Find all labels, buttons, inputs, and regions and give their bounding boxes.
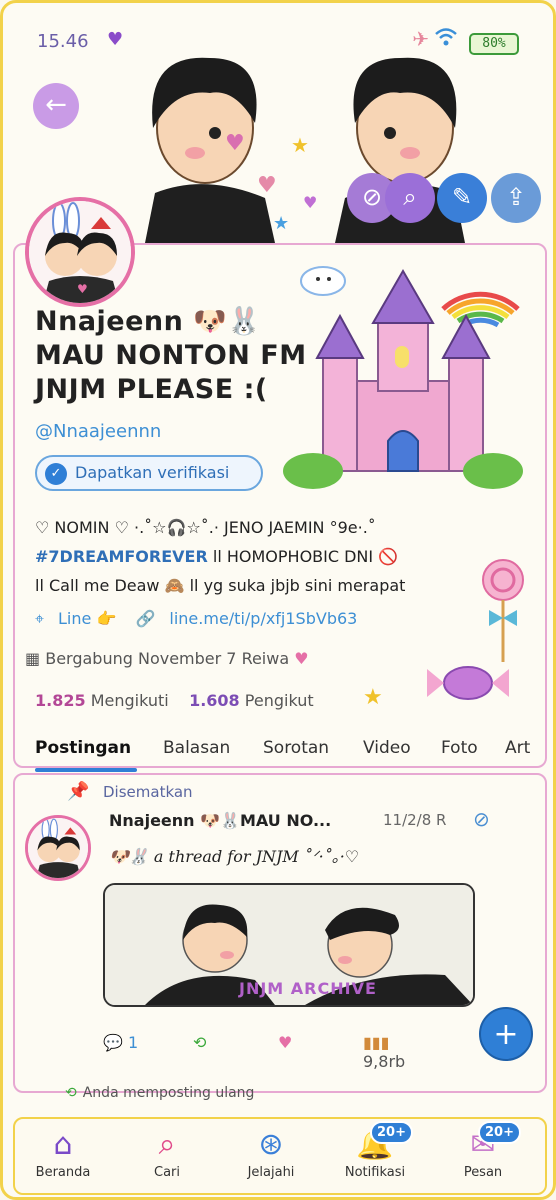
- repost-icon[interactable]: ⟲: [193, 1033, 206, 1052]
- compose-post-button[interactable]: +: [479, 1007, 533, 1061]
- profile-meta: ⌖ Line 👉 🔗 line.me/ti/p/xfj1SbVb63: [35, 609, 371, 629]
- banner-character-left: [145, 57, 275, 243]
- tab-replies[interactable]: Balasan: [163, 738, 230, 758]
- following-label: Mengikuti: [90, 691, 169, 710]
- nav-notifications-label: Notifikasi: [344, 1165, 406, 1180]
- nav-notifications[interactable]: 🔔 20+ Notifikasi: [335, 1121, 415, 1180]
- following-count: 1.825: [35, 691, 86, 710]
- profile-location: Line 👉: [58, 609, 117, 628]
- post-date: 11/2/8 R: [383, 811, 447, 829]
- nav-home[interactable]: ⌂ Beranda: [23, 1125, 103, 1180]
- nav-search-label: Cari: [154, 1165, 180, 1180]
- bio-line-3: ll Call me Deaw 🙈 ll yg suka jbjb sini m…: [35, 576, 406, 595]
- views-chart-icon: ▮▮▮: [363, 1033, 390, 1052]
- calendar-icon: ▦: [25, 649, 41, 668]
- nav-home-label: Beranda: [35, 1165, 91, 1180]
- repost-note-text: Anda memposting ulang: [82, 1085, 255, 1101]
- verify-button-label: Dapatkan verifikasi: [75, 463, 230, 482]
- following-stat[interactable]: 1.825 Mengikuti: [35, 691, 169, 710]
- post-author-avatar[interactable]: [25, 815, 91, 881]
- image-caption: JNJM ARCHIVE: [239, 979, 377, 998]
- reply-count: 1: [128, 1033, 139, 1052]
- post-options-icon[interactable]: ⊘: [473, 807, 490, 831]
- profile-display-name: Nnajeenn 🐶🐰 MAU NONTON FM JNJM PLEASE :(: [35, 305, 335, 407]
- tab-highlights[interactable]: Sorotan: [263, 738, 329, 758]
- bio-line-2-text: ll HOMOPHOBIC DNI: [207, 547, 379, 566]
- get-verified-button[interactable]: ✓ Dapatkan verifikasi: [35, 455, 263, 491]
- search-icon[interactable]: ⌕: [385, 173, 435, 223]
- bio-line-1: ♡ NOMIN ♡ ·.˚☆🎧☆˚.· JENO JAEMIN °9e·.˚: [35, 518, 376, 537]
- profile-page: 15.46 ♥ ✈ 80% ♥ ♥ ♥ ★ ★ ← ⊘ ⌕ ✎ ⇪ ♥ Nnaj…: [0, 0, 556, 1200]
- hashtag-link[interactable]: #7DREAMFOREVER: [35, 547, 208, 566]
- profile-bio: ♡ NOMIN ♡ ·.˚☆🎧☆˚.· JENO JAEMIN °9e·.˚ #…: [35, 513, 535, 600]
- profile-link[interactable]: line.me/ti/p/xfj1SbVb63: [169, 609, 357, 628]
- bio-line-2: #7DREAMFOREVER ll HOMOPHOBIC DNI 🚫: [35, 542, 535, 571]
- tab-art[interactable]: Art: [505, 738, 530, 758]
- joined-date: ▦ Bergabung November 7 Reiwa ♥: [25, 649, 309, 668]
- heart-icon: ♥: [294, 649, 309, 668]
- reply-icon: 💬: [103, 1033, 123, 1052]
- reply-action[interactable]: 💬 1: [103, 1033, 138, 1052]
- views-action[interactable]: ▮▮▮ 9,8rb: [363, 1033, 433, 1071]
- display-name-line3: JNJM PLEASE :(: [35, 374, 268, 405]
- repost-small-icon: ⟲: [65, 1085, 77, 1101]
- tab-video[interactable]: Video: [363, 738, 411, 758]
- followers-label: Pengikut: [244, 691, 314, 710]
- post-text: 🐶🐰 a thread for JNJM ˚ᐟ·˚｡·♡: [109, 847, 360, 866]
- bottom-navigation: ⌂ Beranda ⌕ Cari ⊛ Jelajahi 🔔 20+ Notifi…: [13, 1117, 547, 1195]
- messages-badge: 20+: [478, 1121, 521, 1144]
- verified-check-icon: ✓: [45, 463, 67, 485]
- notification-badge: 20+: [370, 1121, 413, 1144]
- home-icon: ⌂: [53, 1127, 73, 1162]
- tab-posts[interactable]: Postingan: [35, 738, 131, 758]
- post-actions: 💬 1 ⟲ ♥ ▮▮▮ 9,8rb: [103, 1033, 433, 1071]
- display-name-line2: MAU NONTON FM: [35, 340, 307, 371]
- profile-avatar[interactable]: ♥: [25, 197, 135, 307]
- link-icon: 🔗: [135, 609, 156, 628]
- view-count: 9,8rb: [363, 1052, 406, 1071]
- nav-search[interactable]: ⌕ Cari: [127, 1125, 207, 1180]
- joined-text: Bergabung November 7 Reiwa: [45, 649, 290, 668]
- nav-explore-label: Jelajahi: [247, 1165, 295, 1180]
- pinned-label: Disematkan: [103, 783, 193, 801]
- nav-messages[interactable]: ✉ 20+ Pesan: [443, 1121, 523, 1180]
- nav-messages-label: Pesan: [463, 1165, 503, 1180]
- svg-text:♥: ♥: [77, 282, 88, 296]
- back-button[interactable]: ←: [33, 83, 79, 129]
- like-icon[interactable]: ♥: [278, 1033, 292, 1052]
- repost-notice: ⟲ Anda memposting ulang: [65, 1085, 254, 1101]
- pin-icon: 📌: [67, 781, 90, 802]
- profile-tabs: Postingan Balasan Sorotan Video Foto Art: [35, 738, 545, 772]
- followers-stat[interactable]: 1.608 Pengikut: [189, 691, 314, 710]
- tab-photos[interactable]: Foto: [441, 738, 478, 758]
- location-pin-icon: ⌖: [35, 609, 45, 628]
- edit-pencil-icon[interactable]: ✎: [437, 173, 487, 223]
- no-entry-icon: 🚫: [378, 547, 399, 566]
- display-name-line1: Nnajeenn 🐶🐰: [35, 306, 262, 337]
- compass-icon: ⊛: [258, 1127, 284, 1162]
- share-icon[interactable]: ⇪: [491, 173, 541, 223]
- followers-count: 1.608: [189, 691, 240, 710]
- follow-stats: 1.825 Mengikuti 1.608 Pengikut: [35, 691, 314, 710]
- active-tab-indicator: [35, 768, 137, 772]
- post-author-name[interactable]: Nnajeenn 🐶🐰MAU NO...: [109, 811, 331, 830]
- search-icon: ⌕: [158, 1127, 176, 1162]
- profile-handle: @Nnaajeennn: [35, 421, 162, 442]
- nav-explore[interactable]: ⊛ Jelajahi: [231, 1125, 311, 1180]
- status-time: 15.46: [37, 31, 89, 52]
